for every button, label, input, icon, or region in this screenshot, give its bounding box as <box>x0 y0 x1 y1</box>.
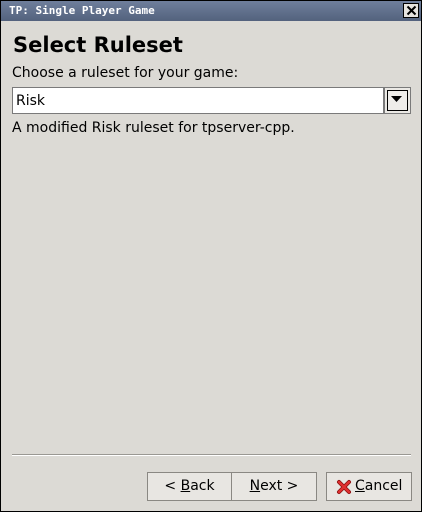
back-button-rest: ack <box>190 478 215 494</box>
page-title: Select Ruleset <box>13 33 183 57</box>
cancel-button-mnemonic: C <box>355 478 365 494</box>
close-icon <box>406 5 417 16</box>
ruleset-description: A modified Risk ruleset for tpserver-cpp… <box>12 120 295 136</box>
next-button-mnemonic: N <box>249 478 261 494</box>
dialog-window: TP: Single Player Game Select Ruleset Ch… <box>0 0 422 512</box>
ruleset-prompt-label: Choose a ruleset for your game: <box>12 65 239 81</box>
next-button-rest: ext > <box>260 478 299 494</box>
back-button-mnemonic: B <box>180 478 191 494</box>
ruleset-dropdown-button[interactable] <box>384 87 411 114</box>
chevron-down-icon <box>391 96 402 102</box>
cancel-button-rest: ancel <box>364 478 403 494</box>
next-button[interactable]: Next > <box>231 472 317 501</box>
window-title: TP: Single Player Game <box>9 4 155 17</box>
back-button-prefix: < <box>164 478 181 494</box>
title-bar[interactable]: TP: Single Player Game <box>1 1 421 21</box>
cancel-button[interactable]: Cancel <box>326 472 412 501</box>
close-button[interactable] <box>403 3 419 18</box>
ruleset-selected-value: Risk <box>16 93 46 109</box>
cancel-button-label: Cancel <box>355 473 402 500</box>
cancel-x-icon <box>337 480 351 494</box>
ruleset-combobox-entry[interactable]: Risk <box>12 87 384 114</box>
ruleset-combobox[interactable]: Risk <box>12 87 411 114</box>
button-separator <box>12 454 411 456</box>
back-button[interactable]: < Back <box>147 472 231 501</box>
